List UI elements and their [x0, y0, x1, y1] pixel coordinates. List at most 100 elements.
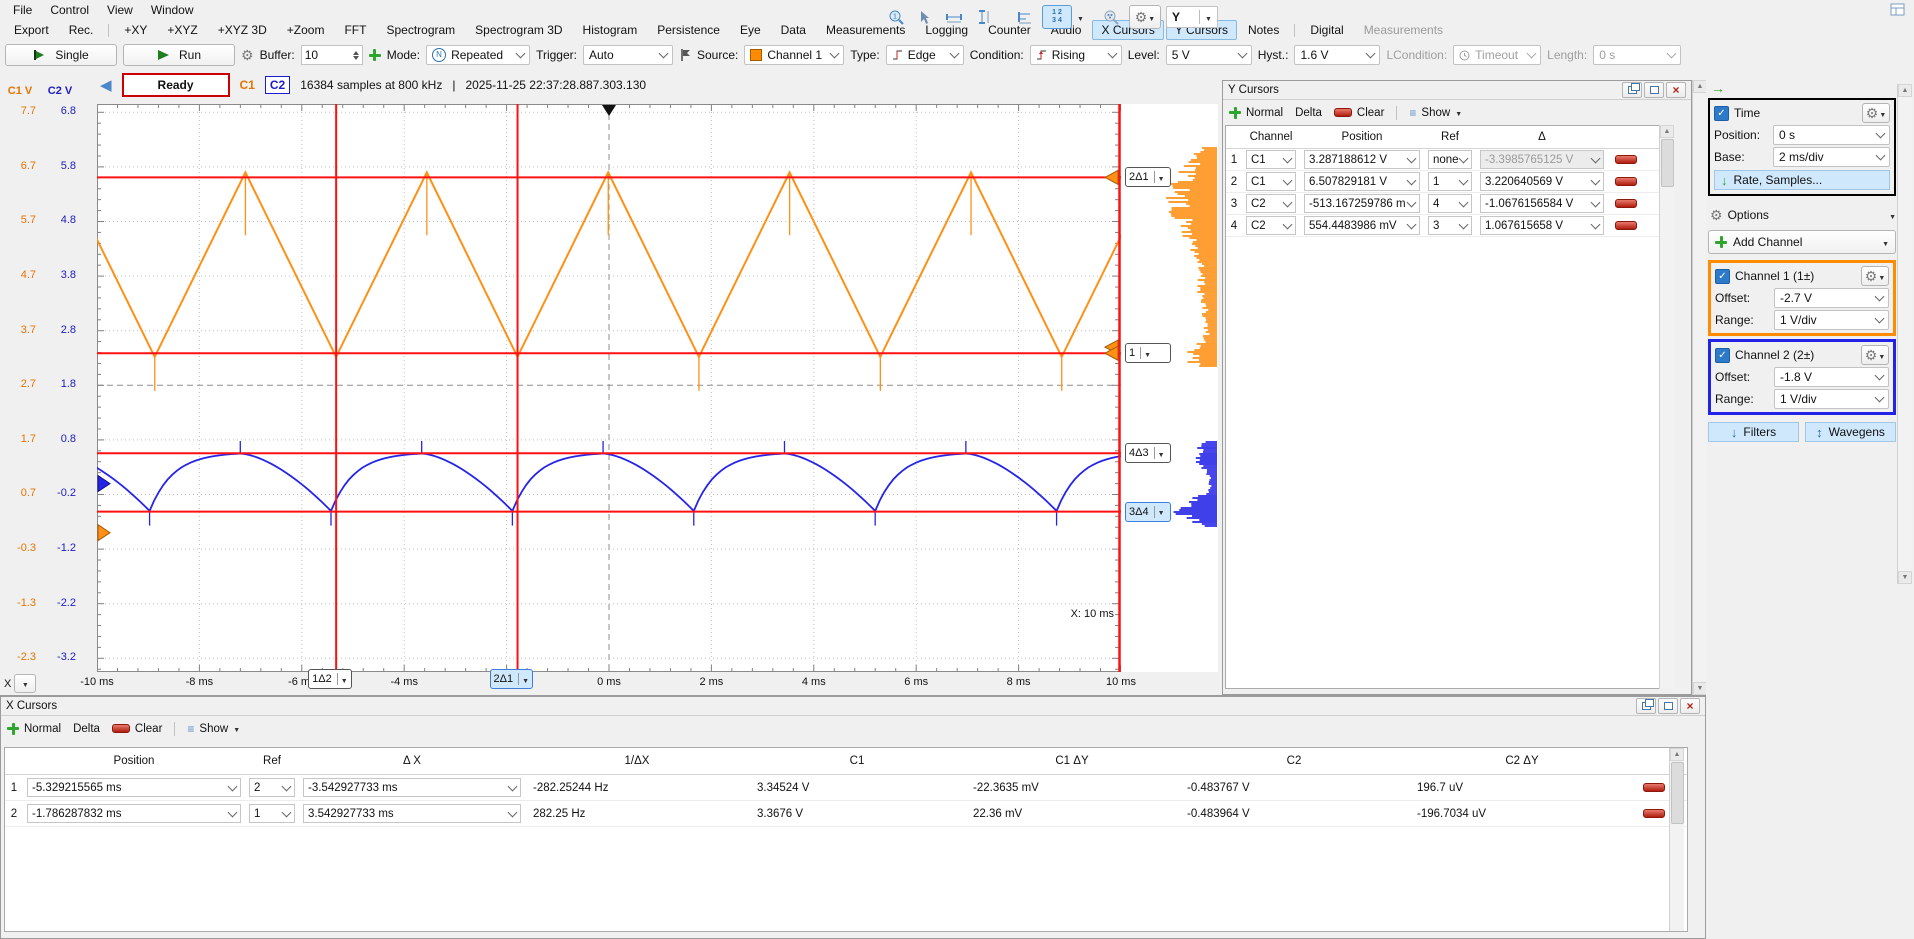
tab-rec-[interactable]: Rec. [60, 20, 103, 40]
tab--zoom[interactable]: +Zoom [278, 20, 334, 40]
show-menu-button[interactable]: ≡Show▼ [1409, 106, 1462, 120]
menu-file[interactable]: File [4, 0, 41, 20]
x-cursors-title-bar[interactable]: X Cursors × [1, 697, 1705, 716]
channel1-checkbox[interactable]: ✓ [1715, 269, 1730, 284]
y-cursor-button-2Δ1[interactable]: 2Δ1▼ [1125, 167, 1171, 187]
remove-cursor-button[interactable] [1643, 809, 1665, 818]
dock-scrollbar[interactable]: ▲ ▼ [1692, 80, 1707, 695]
y-scale-select[interactable]: Y ▼ [1166, 6, 1218, 28]
x-cursor-button-1Δ2[interactable]: 1Δ2▼ [308, 669, 352, 689]
normal-cursor-button[interactable]: Normal [7, 723, 61, 735]
mode-select[interactable]: N Repeated [426, 45, 530, 65]
buffer-spinner[interactable]: 10 [301, 45, 363, 65]
single-button[interactable]: Single [5, 44, 117, 66]
buffer-gear-icon[interactable]: ⚙ [241, 48, 254, 62]
channel2-badge[interactable]: C2 [265, 76, 290, 94]
tab-spectrogram-3d[interactable]: Spectrogram 3D [466, 20, 571, 40]
close-button[interactable]: × [1680, 698, 1700, 714]
tab-digital[interactable]: Digital [1301, 20, 1352, 40]
position-select[interactable]: -513.167259786 m [1304, 194, 1420, 213]
run-button[interactable]: Run [123, 44, 235, 66]
add-mode-icon[interactable] [369, 49, 381, 61]
clear-cursors-button[interactable]: Clear [112, 723, 162, 735]
tab-data[interactable]: Data [772, 20, 815, 40]
tab-persistence[interactable]: Persistence [648, 20, 729, 40]
view-caret-icon[interactable]: ▼ [1077, 16, 1084, 23]
tab--xyz-3d[interactable]: +XYZ 3D [209, 20, 276, 40]
time-gear-button[interactable]: ⚙▼ [1862, 103, 1890, 123]
time-base-select[interactable]: 2 ms/div [1773, 147, 1890, 167]
tab--xy[interactable]: +XY [115, 20, 156, 40]
position-select[interactable]: -1.786287832 ms [27, 804, 241, 823]
delta-cursor-button[interactable]: Delta [73, 723, 100, 735]
restore-button[interactable] [1636, 698, 1656, 714]
channel2-gear-button[interactable]: ⚙▼ [1861, 345, 1889, 365]
plot-settings-button[interactable]: ⚙▼ [1129, 5, 1161, 29]
channel-select[interactable]: C1 [1246, 150, 1296, 169]
tab-notes[interactable]: Notes [1239, 20, 1288, 40]
filters-button[interactable]: ↓Filters [1708, 422, 1799, 442]
hysteresis-select[interactable]: 1.6 V [1294, 45, 1380, 65]
x-scale-select[interactable]: X ▼ [4, 674, 36, 693]
spin-up-icon[interactable] [353, 51, 359, 55]
channel1-badge[interactable]: C1 [240, 78, 255, 92]
y-cursor-button-4Δ3[interactable]: 4Δ3▼ [1125, 443, 1171, 463]
lcondition-select[interactable]: Timeout [1453, 45, 1541, 65]
remove-cursor-button[interactable] [1615, 221, 1637, 230]
tab--xyz[interactable]: +XYZ [158, 20, 206, 40]
scope-plot[interactable] [97, 104, 1121, 672]
channel-select[interactable]: C1 [1246, 172, 1296, 191]
ref-select[interactable]: none [1428, 150, 1472, 169]
tab-eye[interactable]: Eye [731, 20, 770, 40]
remove-cursor-button[interactable] [1643, 783, 1665, 792]
close-button[interactable]: × [1666, 82, 1686, 98]
menu-window[interactable]: Window [142, 0, 203, 20]
maximize-button[interactable] [1658, 698, 1678, 714]
settings-scrollbar[interactable]: ▲▼ [1897, 84, 1912, 584]
delta-x-select[interactable]: -3.542927733 ms [303, 778, 521, 797]
rate-samples-button[interactable]: ↓ Rate, Samples... [1714, 170, 1890, 190]
remove-cursor-button[interactable] [1615, 155, 1637, 164]
free-measure-button[interactable] [1013, 6, 1037, 28]
condition-select[interactable]: Rising [1030, 45, 1122, 65]
channel2-offset-select[interactable]: -1.8 V [1774, 367, 1889, 387]
ref-select[interactable]: 1 [249, 804, 295, 823]
position-select[interactable]: -5.329215565 ms [27, 778, 241, 797]
time-checkbox[interactable]: ✓ [1714, 106, 1729, 121]
y-cursor-button-3Δ4[interactable]: 3Δ4▼ [1125, 502, 1171, 522]
vertical-measure-button[interactable] [971, 6, 995, 28]
wavegens-button[interactable]: ↕Wavegens [1805, 422, 1896, 442]
remove-cursor-button[interactable] [1615, 177, 1637, 186]
ref-select[interactable]: 4 [1428, 194, 1472, 213]
expand-arrow-icon[interactable]: → [1711, 80, 1725, 96]
time-position-select[interactable]: 0 s [1773, 125, 1890, 145]
ref-select[interactable]: 3 [1428, 216, 1472, 235]
tab-measurements[interactable]: Measurements [1355, 20, 1452, 40]
zoom-one-button[interactable]: 1 [884, 6, 908, 28]
tab-export[interactable]: Export [5, 20, 58, 40]
source-select[interactable]: Channel 1 [744, 45, 844, 65]
restore-button[interactable] [1622, 82, 1642, 98]
horizontal-measure-button[interactable] [942, 6, 966, 28]
length-select[interactable]: 0 s [1593, 45, 1681, 65]
delta-select[interactable]: 1.067615658 V [1480, 216, 1604, 235]
type-select[interactable]: Edge [886, 45, 964, 65]
channel-select[interactable]: C2 [1246, 216, 1296, 235]
pointer-button[interactable] [913, 6, 937, 28]
trigger-select[interactable]: Auto [583, 45, 673, 65]
tab-spectrogram[interactable]: Spectrogram [377, 20, 464, 40]
y-cursors-title-bar[interactable]: Y Cursors × [1223, 81, 1691, 100]
level-select[interactable]: 5 V [1166, 45, 1252, 65]
delta-select[interactable]: -3.3985765125 V [1480, 150, 1604, 169]
tab-fft[interactable]: FFT [335, 20, 375, 40]
maximize-button[interactable] [1644, 82, 1664, 98]
position-select[interactable]: 3.287188612 V [1304, 150, 1420, 169]
zoom-options-button[interactable] [1100, 6, 1124, 28]
quad-view-button[interactable]: 1 2 3 4 [1042, 5, 1072, 29]
menu-control[interactable]: Control [41, 0, 98, 20]
options-row[interactable]: ⚙ Options ▼ [1710, 204, 1896, 226]
docking-icon[interactable] [1890, 2, 1906, 18]
channel1-gear-button[interactable]: ⚙▼ [1861, 266, 1889, 286]
y-cursor-button-1[interactable]: 1▼ [1125, 343, 1171, 363]
channel2-checkbox[interactable]: ✓ [1715, 348, 1730, 363]
